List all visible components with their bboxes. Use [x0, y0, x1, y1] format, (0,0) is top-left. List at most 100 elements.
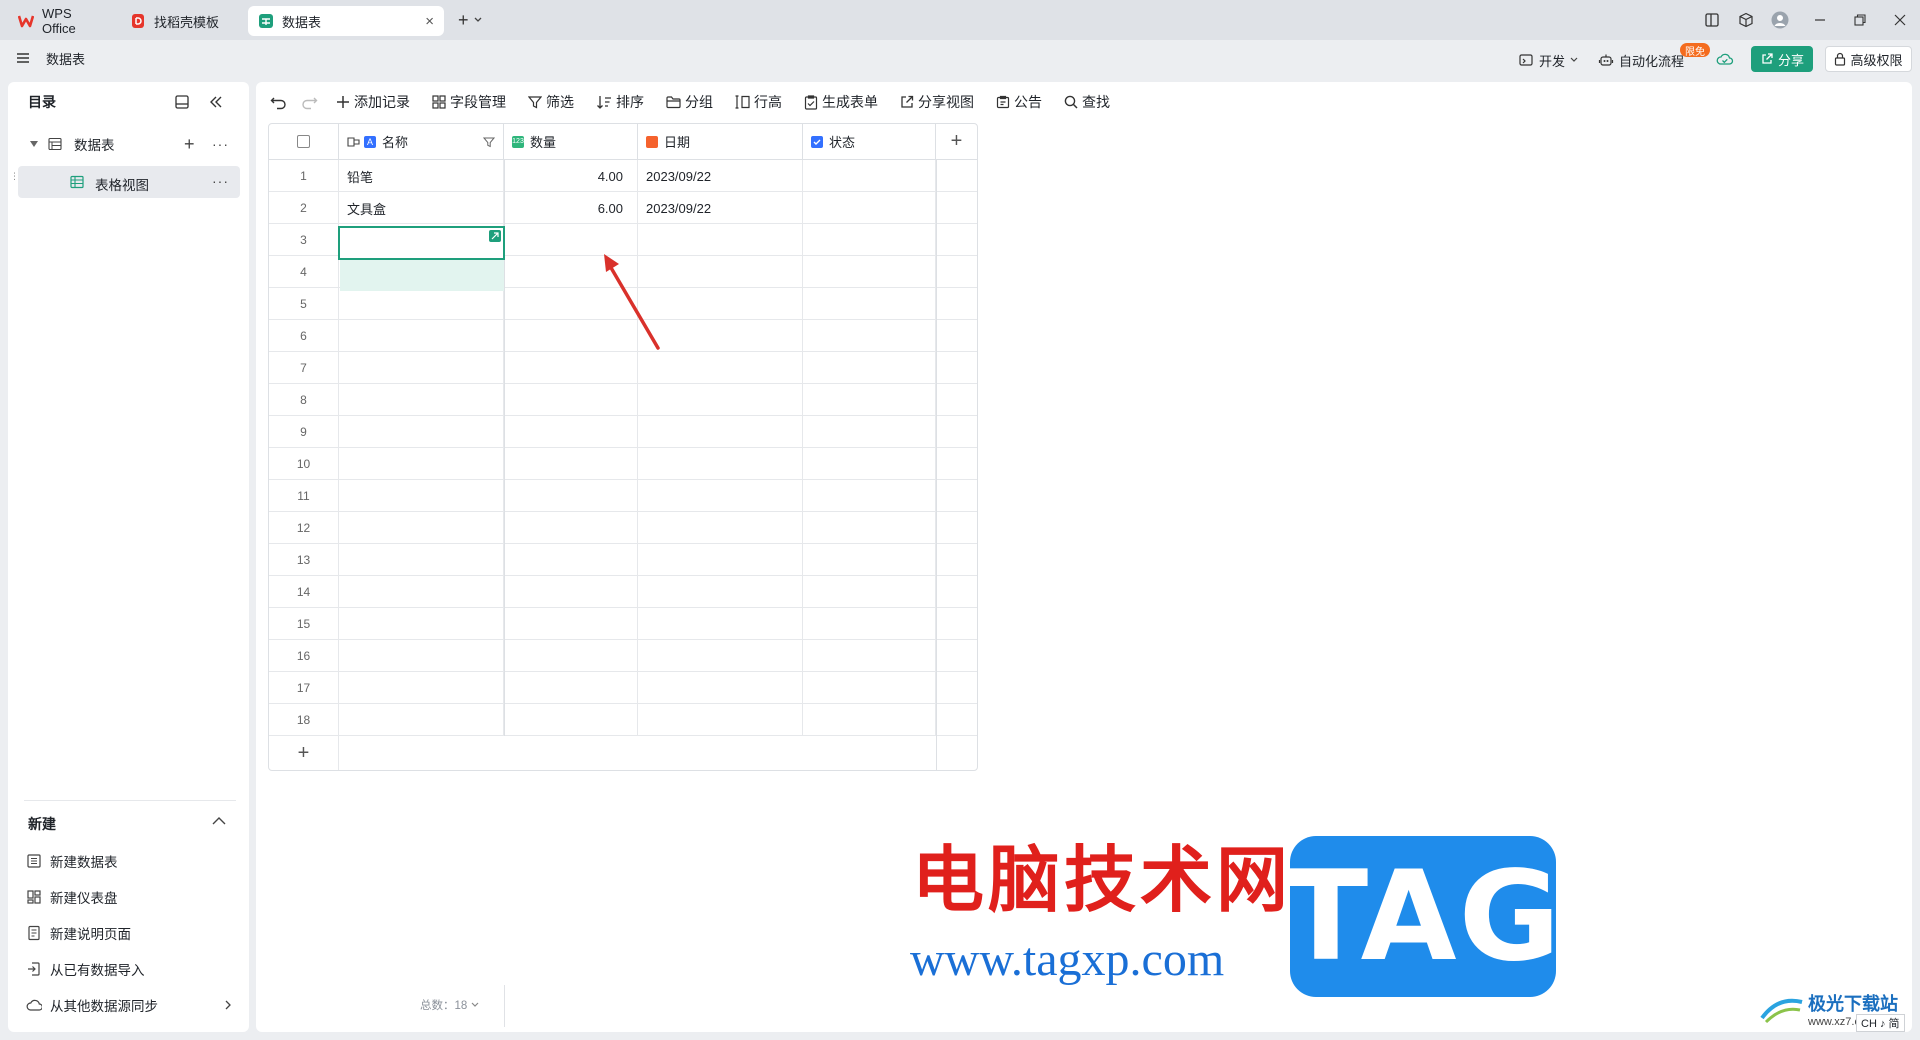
cell-name[interactable]	[339, 352, 504, 384]
group-button[interactable]: 分组	[666, 88, 713, 116]
cell-status[interactable]	[803, 224, 936, 256]
tab-template[interactable]: 找稻壳模板	[120, 6, 244, 36]
cell-name[interactable]	[339, 512, 504, 544]
dev-menu[interactable]: 开发	[1512, 47, 1584, 73]
new-datatable-item[interactable]: 新建数据表	[26, 846, 118, 876]
cell-name[interactable]	[339, 384, 504, 416]
cell-status[interactable]	[803, 704, 936, 736]
cell-status[interactable]	[803, 384, 936, 416]
minimize-icon[interactable]	[1806, 8, 1834, 32]
cell-status[interactable]	[803, 448, 936, 480]
ime-indicator[interactable]: CH ♪ 简	[1856, 1014, 1905, 1032]
more-icon[interactable]: ···	[212, 173, 229, 189]
add-record-button[interactable]: 添加记录	[336, 88, 410, 116]
row-height-button[interactable]: 行高	[735, 88, 782, 116]
add-icon[interactable]: +	[184, 134, 195, 155]
table-row[interactable]: 7	[269, 352, 977, 384]
cell-status[interactable]	[803, 192, 936, 224]
cell-quantity[interactable]	[504, 480, 638, 512]
cell-status[interactable]	[803, 352, 936, 384]
cell-name[interactable]	[339, 576, 504, 608]
cell-name[interactable]	[339, 288, 504, 320]
table-row[interactable]: 1 铅笔 4.00 2023/09/22	[269, 160, 977, 192]
table-row[interactable]: 14	[269, 576, 977, 608]
cell-status[interactable]	[803, 672, 936, 704]
cube-icon[interactable]	[1732, 8, 1760, 32]
cell-name[interactable]	[339, 544, 504, 576]
undo-button[interactable]	[270, 88, 288, 116]
table-row[interactable]: 16	[269, 640, 977, 672]
table-row[interactable]: 8	[269, 384, 977, 416]
column-header-quantity[interactable]: 123 数量	[504, 124, 638, 160]
cell-quantity[interactable]	[504, 416, 638, 448]
column-header-date[interactable]: 日期	[638, 124, 803, 160]
search-button[interactable]: 查找	[1064, 88, 1110, 116]
cell-date[interactable]	[638, 576, 803, 608]
cell-quantity[interactable]: 6.00	[504, 192, 638, 224]
table-row[interactable]: 10	[269, 448, 977, 480]
share-button[interactable]: 分享	[1751, 46, 1813, 72]
cell-status[interactable]	[803, 416, 936, 448]
cell-date[interactable]	[638, 608, 803, 640]
cell-date[interactable]	[638, 416, 803, 448]
cell-quantity[interactable]	[504, 544, 638, 576]
cell-status[interactable]	[803, 160, 936, 192]
share-view-button[interactable]: 分享视图	[900, 88, 974, 116]
cell-quantity[interactable]: 4.00	[504, 160, 638, 192]
advanced-permission-button[interactable]: 高级权限	[1825, 46, 1912, 72]
tab-datatable[interactable]: 数据表 ×	[248, 6, 444, 36]
sync-source-item[interactable]: 从其他数据源同步	[26, 990, 232, 1020]
generate-form-button[interactable]: 生成表单	[804, 88, 878, 116]
tab-wps-office[interactable]: WPS Office	[8, 6, 116, 36]
avatar[interactable]	[1766, 8, 1794, 32]
cell-status[interactable]	[803, 256, 936, 288]
add-column-button[interactable]: +	[936, 124, 977, 160]
cell-quantity[interactable]	[504, 384, 638, 416]
cell-name[interactable]	[339, 640, 504, 672]
cell-name[interactable]	[339, 704, 504, 736]
cell-status[interactable]	[803, 640, 936, 672]
cloud-sync-icon[interactable]	[1716, 51, 1734, 67]
cell-status[interactable]	[803, 608, 936, 640]
sidebar-layout-icon[interactable]	[174, 94, 190, 110]
table-row[interactable]: 18	[269, 704, 977, 736]
cell-date[interactable]	[638, 352, 803, 384]
announcement-button[interactable]: 公告	[996, 88, 1042, 116]
new-dashboard-item[interactable]: 新建仪表盘	[26, 882, 118, 912]
filter-button[interactable]: 筛选	[528, 88, 574, 116]
new-tab-button[interactable]: +	[458, 9, 482, 31]
cell-name[interactable]	[339, 416, 504, 448]
restore-icon[interactable]	[1846, 8, 1874, 32]
cell-date[interactable]	[638, 704, 803, 736]
cell-status[interactable]	[803, 288, 936, 320]
select-all-checkbox[interactable]	[297, 135, 310, 148]
menu-icon[interactable]	[16, 51, 30, 65]
table-row[interactable]: 15	[269, 608, 977, 640]
cell-quantity[interactable]	[504, 672, 638, 704]
cell-status[interactable]	[803, 320, 936, 352]
filter-icon[interactable]	[483, 136, 495, 148]
cell-date[interactable]: 2023/09/22	[638, 192, 803, 224]
cell-quantity[interactable]	[504, 608, 638, 640]
cell-name[interactable]	[339, 480, 504, 512]
cell-date[interactable]: 2023/09/22	[638, 160, 803, 192]
record-count[interactable]: 总数：18	[420, 997, 479, 1013]
cell-date[interactable]	[638, 448, 803, 480]
sidebar-item-grid-view[interactable]: 表格视图 ···	[18, 166, 240, 198]
selected-cell[interactable]	[338, 226, 505, 260]
field-manage-button[interactable]: 字段管理	[432, 88, 506, 116]
cell-date[interactable]	[638, 672, 803, 704]
cell-name[interactable]	[339, 672, 504, 704]
table-row[interactable]: 12	[269, 512, 977, 544]
drag-handle-icon[interactable]: ⋮	[10, 172, 19, 188]
collapse-sidebar-icon[interactable]	[208, 94, 224, 110]
redo-button[interactable]	[300, 88, 318, 116]
cell-date[interactable]	[638, 384, 803, 416]
cell-name[interactable]	[339, 608, 504, 640]
automation-button[interactable]: 自动化流程	[1592, 47, 1690, 73]
table-row[interactable]: 13	[269, 544, 977, 576]
cell-name[interactable]	[339, 320, 504, 352]
cell-name[interactable]: 铅笔	[339, 160, 504, 192]
cell-status[interactable]	[803, 576, 936, 608]
cell-quantity[interactable]	[504, 640, 638, 672]
